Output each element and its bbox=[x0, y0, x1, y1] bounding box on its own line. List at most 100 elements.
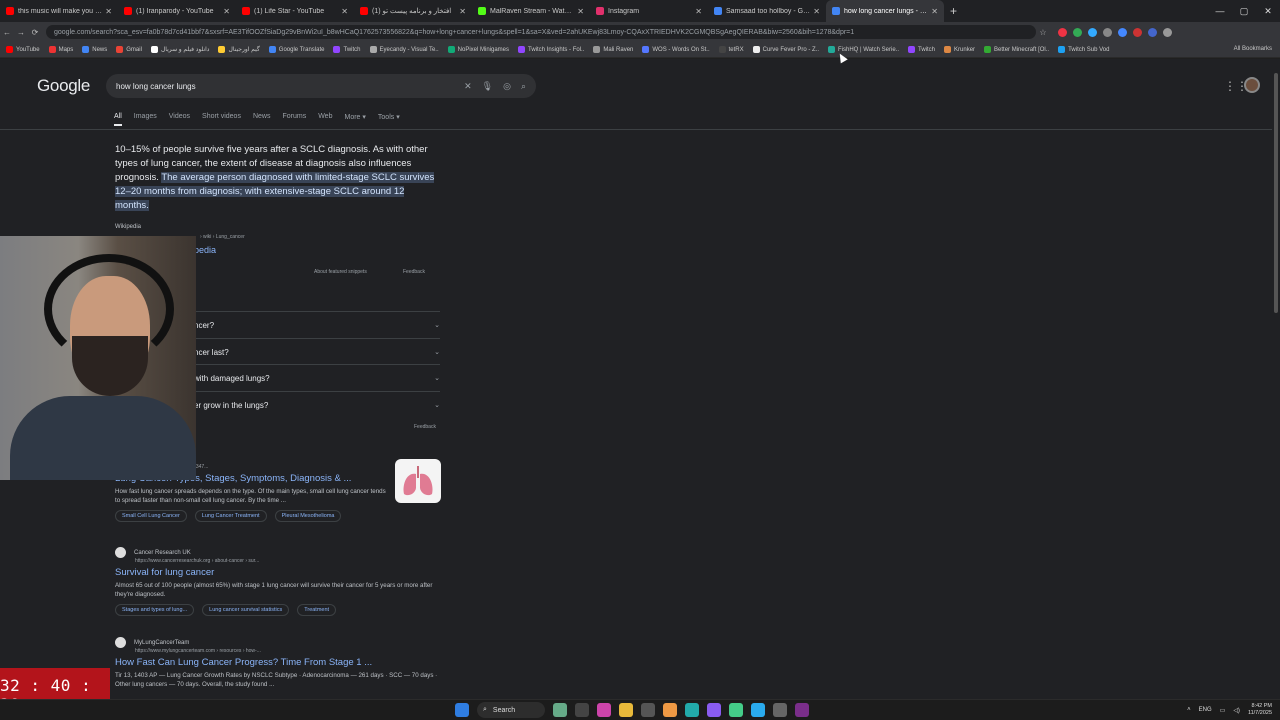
app-icon[interactable] bbox=[795, 703, 810, 717]
result-source[interactable]: MyLungCancerTeam bbox=[115, 637, 445, 648]
tab-short-videos[interactable]: Short videos bbox=[202, 113, 241, 126]
sitelink-chip[interactable]: Lung Cancer Treatment bbox=[194, 510, 267, 522]
maximize-icon[interactable]: ▢ bbox=[1232, 6, 1256, 17]
app-icon[interactable] bbox=[729, 703, 744, 717]
browser-tab[interactable]: Instagram ✕ bbox=[590, 0, 708, 22]
extension-icon[interactable] bbox=[1073, 27, 1082, 37]
extension-icon[interactable] bbox=[1133, 27, 1142, 37]
scrollbar-thumb[interactable] bbox=[1274, 73, 1278, 313]
tab-images[interactable]: Images bbox=[134, 113, 157, 126]
minimize-icon[interactable]: — bbox=[1208, 6, 1232, 16]
browser-tab[interactable]: (1) Iranparody - YouTube ✕ bbox=[118, 0, 236, 22]
bookmark-item[interactable]: Gmail bbox=[116, 46, 142, 53]
lungs-thumbnail[interactable] bbox=[395, 459, 441, 503]
bookmark-item[interactable]: tetRX bbox=[718, 46, 744, 53]
tab-close-icon[interactable]: ✕ bbox=[813, 7, 820, 16]
tab-close-icon[interactable]: ✕ bbox=[105, 7, 112, 16]
telegram-icon[interactable] bbox=[751, 703, 766, 717]
lens-icon[interactable]: ◎ bbox=[503, 81, 511, 92]
browser-tab[interactable]: this music will make you believe✕ bbox=[0, 0, 118, 22]
clock[interactable]: 8:42 PM 11/7/2025 bbox=[1248, 703, 1272, 717]
snippet-link[interactable]: pedia bbox=[194, 245, 216, 255]
result-title-link[interactable]: How Fast Can Lung Cancer Progress? Time … bbox=[115, 657, 445, 668]
file-explorer-icon[interactable] bbox=[619, 703, 634, 717]
bookmark-item[interactable]: FishHQ | Watch Serie.. bbox=[827, 46, 899, 53]
app-icon[interactable] bbox=[773, 703, 788, 717]
bookmark-item[interactable]: Mali Raven bbox=[593, 46, 633, 53]
bookmark-item[interactable]: Krunker bbox=[944, 46, 975, 53]
about-featured-snippets[interactable]: About featured snippets bbox=[314, 269, 367, 275]
people-also-ask-item[interactable]: with damaged lungs? ⌄ bbox=[194, 374, 440, 383]
bookmark-item[interactable]: Twitch bbox=[908, 46, 935, 53]
bookmark-item[interactable]: Twitch Insights - Fol.. bbox=[518, 46, 584, 53]
bookmark-item[interactable]: دانلود فیلم و سریال bbox=[150, 46, 209, 53]
extension-icon[interactable] bbox=[1118, 27, 1127, 37]
browser-tab[interactable]: Samsaad too hollboy - Google✕ bbox=[708, 0, 826, 22]
bookmark-item[interactable]: Google Translate bbox=[268, 46, 324, 53]
all-bookmarks-button[interactable]: All Bookmarks bbox=[1234, 46, 1272, 52]
back-icon[interactable]: ← bbox=[0, 28, 14, 37]
snippet-source[interactable]: Wikipedia bbox=[115, 224, 141, 230]
app-icon[interactable] bbox=[707, 703, 722, 717]
bookmark-item[interactable]: News bbox=[82, 46, 107, 53]
browser-tab[interactable]: (1) افتخار و برنامه پیست تو ✕ bbox=[354, 0, 472, 22]
sitelink-chip[interactable]: Pleural Mesothelioma bbox=[274, 510, 342, 522]
sitelink-chip[interactable]: Treatment bbox=[297, 604, 337, 616]
result-title-link[interactable]: Survival for lung cancer bbox=[115, 567, 445, 578]
tab-all[interactable]: All bbox=[114, 113, 122, 126]
tab-close-icon[interactable]: ✕ bbox=[577, 7, 584, 16]
avatar[interactable] bbox=[1244, 77, 1260, 93]
start-icon[interactable] bbox=[455, 703, 469, 717]
sitelink-chip[interactable]: Lung cancer survival statistics bbox=[202, 604, 290, 616]
tab-news[interactable]: News bbox=[253, 113, 271, 126]
bookmark-item[interactable]: Eyecandy - Visual Te.. bbox=[369, 46, 439, 53]
bookmark-item[interactable]: Twitch Sub Vod bbox=[1058, 46, 1109, 53]
bookmark-item[interactable]: WOS - Words On St.. bbox=[642, 46, 710, 53]
volume-icon[interactable]: ◁) bbox=[1233, 707, 1240, 714]
language-indicator[interactable]: ENG bbox=[1199, 707, 1212, 713]
search-box[interactable]: how long cancer lungs ✕ 🎙 ◎ ⌕ bbox=[106, 74, 536, 98]
clear-icon[interactable]: ✕ bbox=[464, 81, 472, 92]
extension-icon[interactable] bbox=[1148, 27, 1157, 37]
search-input[interactable]: how long cancer lungs bbox=[116, 82, 454, 91]
chrome-icon[interactable] bbox=[663, 703, 678, 717]
microphone-icon[interactable]: 🎙 bbox=[482, 81, 493, 92]
close-icon[interactable]: ✕ bbox=[1256, 6, 1280, 17]
forward-icon[interactable]: → bbox=[14, 28, 28, 37]
task-view-icon[interactable] bbox=[575, 703, 590, 717]
bookmark-item[interactable]: Curve Fever Pro - Z.. bbox=[752, 46, 819, 53]
extension-icon[interactable] bbox=[1088, 27, 1097, 37]
tab-close-icon[interactable]: ✕ bbox=[341, 7, 348, 16]
tab-more[interactable]: More ▾ bbox=[344, 113, 365, 126]
widgets-icon[interactable] bbox=[553, 703, 568, 717]
people-also-ask-item[interactable]: er grow in the lungs? ⌄ bbox=[194, 401, 440, 410]
edge-icon[interactable] bbox=[685, 703, 700, 717]
extension-icon[interactable] bbox=[1058, 27, 1067, 37]
network-icon[interactable]: ▭ bbox=[1220, 707, 1226, 714]
tab-tools[interactable]: Tools ▾ bbox=[378, 113, 400, 126]
people-also-ask-item[interactable]: ncer last? ⌄ bbox=[194, 348, 440, 357]
tab-web[interactable]: Web bbox=[318, 113, 332, 126]
browser-tab[interactable]: (1) Life Star - YouTube ✕ bbox=[236, 0, 354, 22]
search-icon[interactable]: ⌕ bbox=[521, 81, 526, 92]
app-icon[interactable] bbox=[597, 703, 612, 717]
bookmark-item[interactable]: YouTube bbox=[6, 46, 40, 53]
bookmark-item[interactable]: NoPixel Minigames bbox=[447, 46, 509, 53]
bookmark-item[interactable]: Better Minecraft [Ol.. bbox=[984, 46, 1049, 53]
browser-tab[interactable]: how long cancer lungs - Google✕ bbox=[826, 0, 944, 22]
reload-icon[interactable]: ⟳ bbox=[28, 28, 42, 37]
extension-icon[interactable] bbox=[1103, 27, 1112, 37]
bookmark-item[interactable]: گیم اورجینال bbox=[218, 46, 260, 53]
page-scrollbar[interactable] bbox=[1272, 59, 1280, 699]
tab-forums[interactable]: Forums bbox=[282, 113, 306, 126]
tab-close-icon[interactable]: ✕ bbox=[223, 7, 230, 16]
sitelink-chip[interactable]: Small Cell Lung Cancer bbox=[115, 510, 187, 522]
tab-close-icon[interactable]: ✕ bbox=[459, 7, 466, 16]
google-logo[interactable]: Google bbox=[37, 76, 90, 96]
extension-icon[interactable] bbox=[1163, 27, 1172, 37]
new-tab-button[interactable]: + bbox=[944, 4, 963, 18]
result-source[interactable]: Cancer Research UK bbox=[115, 547, 445, 558]
bookmark-item[interactable]: Maps bbox=[48, 46, 73, 53]
sitelink-chip[interactable]: Stages and types of lung... bbox=[115, 604, 195, 616]
feedback-link[interactable]: Feedback bbox=[414, 424, 436, 430]
